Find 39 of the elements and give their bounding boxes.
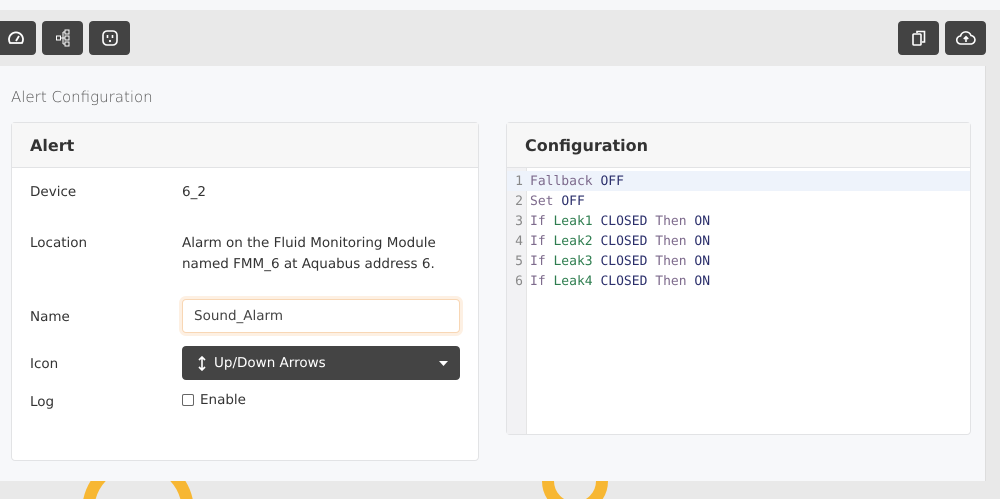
copy-button[interactable] bbox=[898, 21, 939, 55]
caret-icon bbox=[439, 360, 448, 366]
outlet-button[interactable] bbox=[89, 21, 130, 55]
gauge-icon bbox=[8, 31, 24, 45]
code-line: Set OFF bbox=[530, 194, 585, 208]
outlet-icon bbox=[102, 30, 118, 46]
upload-button[interactable] bbox=[945, 21, 986, 55]
code-line: If Leak1 CLOSED Then ON bbox=[530, 214, 710, 228]
field-value: 6_2 bbox=[182, 183, 207, 202]
tree-button[interactable] bbox=[42, 21, 83, 55]
cloud-upload-icon bbox=[956, 31, 976, 45]
page-title: Alert Configuration bbox=[11, 88, 154, 106]
name-input[interactable]: Sound_Alarm bbox=[182, 299, 460, 333]
field-label: Name bbox=[30, 308, 71, 325]
line-number: 2 bbox=[514, 194, 524, 208]
ring-decoration bbox=[542, 481, 608, 499]
line-number: 6 bbox=[514, 274, 524, 288]
line-number: 3 bbox=[514, 214, 524, 228]
code-line: If Leak2 CLOSED Then ON bbox=[530, 234, 710, 248]
line-number: 5 bbox=[514, 254, 524, 268]
checkbox-label: Enable bbox=[200, 392, 246, 408]
field-label: Location bbox=[30, 234, 88, 251]
up-down-arrow-icon bbox=[198, 356, 206, 370]
card-header: Configuration bbox=[507, 123, 970, 168]
copy-icon bbox=[912, 30, 926, 46]
line-number: 4 bbox=[514, 234, 524, 248]
code-line: Fallback OFF bbox=[530, 174, 624, 188]
card-header: Alert bbox=[12, 123, 478, 168]
line-number: 1 bbox=[514, 174, 524, 188]
checkbox[interactable] bbox=[182, 394, 194, 406]
icon-dropdown[interactable]: Up/Down Arrows bbox=[182, 346, 460, 380]
field-label: Device bbox=[30, 183, 78, 200]
field-label: Icon bbox=[30, 355, 60, 372]
field-label: Log bbox=[30, 393, 56, 410]
dashboard-button[interactable] bbox=[0, 21, 36, 55]
code-line: If Leak3 CLOSED Then ON bbox=[530, 254, 710, 268]
tree-diagram-icon bbox=[56, 29, 70, 47]
field-value: Alarm on the Fluid Monitoring Module named FMM_6 at Aquabus address 6. bbox=[182, 234, 437, 274]
code-line: If Leak4 CLOSED Then ON bbox=[530, 274, 710, 288]
